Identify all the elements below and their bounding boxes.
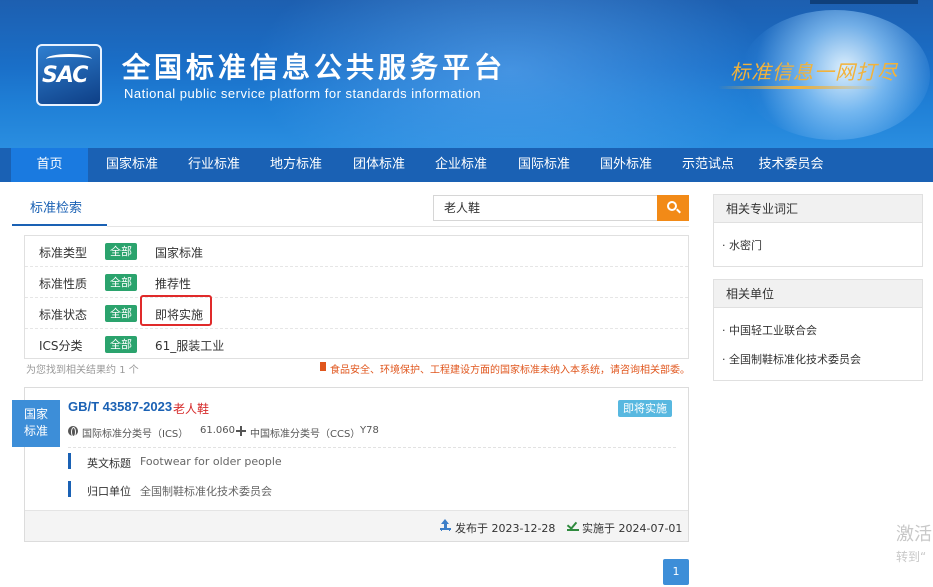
- filter-all-button[interactable]: 全部: [105, 274, 137, 291]
- nav-item-foreign[interactable]: 国外标准: [588, 148, 664, 182]
- owner-label: 归口单位: [87, 485, 131, 498]
- filter-row-status: 标准状态 全部 即将实施: [25, 298, 688, 329]
- ics-value: 61.060: [200, 425, 235, 436]
- filter-row-ics: ICS分类 全部 61_服装工业: [25, 329, 688, 360]
- logo-text: SAC: [42, 63, 88, 88]
- related-terms-panel: 相关专业词汇 · 水密门: [713, 194, 923, 267]
- move-icon: [236, 426, 246, 436]
- published-date: 发布于 2023-12-28: [455, 522, 556, 535]
- filter-all-button[interactable]: 全部: [105, 243, 137, 260]
- effective-date: 实施于 2024-07-01: [582, 522, 683, 535]
- ccs-value: Y78: [360, 425, 379, 436]
- site-title: 全国标准信息公共服务平台: [122, 51, 507, 84]
- upload-icon: [440, 519, 451, 531]
- site-subtitle: National public service platform for sta…: [124, 86, 482, 101]
- filter-option[interactable]: 61_服装工业: [155, 337, 224, 354]
- filter-row-type: 标准类型 全部 国家标准: [25, 236, 688, 267]
- nav-item-committee[interactable]: 技术委员会: [752, 148, 830, 182]
- page-button-1[interactable]: 1: [663, 559, 689, 585]
- check-icon: [567, 519, 579, 531]
- site-header: SAC 全国标准信息公共服务平台 National public service…: [0, 0, 933, 148]
- results-count: 为您找到相关结果约 1 个: [26, 365, 139, 376]
- status-badge: 即将实施: [618, 400, 672, 417]
- activation-watermark-sub: 转到“: [896, 550, 927, 564]
- nav-item-enterprise[interactable]: 企业标准: [423, 148, 499, 182]
- ics-label: 国际标准分类号（ICS）: [82, 429, 189, 440]
- site-slogan: 标准信息一网打尽: [730, 60, 898, 84]
- tab-standard-search[interactable]: 标准检索: [12, 190, 107, 226]
- related-unit-link[interactable]: · 全国制鞋标准化技术委员会: [722, 351, 861, 367]
- related-term-link[interactable]: · 水密门: [722, 237, 762, 253]
- nav-item-pilot[interactable]: 示范试点: [670, 148, 746, 182]
- nav-item-local[interactable]: 地方标准: [258, 148, 334, 182]
- related-unit-link[interactable]: · 中国轻工业联合会: [722, 322, 817, 338]
- related-units-panel: 相关单位 · 中国轻工业联合会 · 全国制鞋标准化技术委员会: [713, 279, 923, 381]
- nav-item-industry[interactable]: 行业标准: [176, 148, 252, 182]
- nav-item-home[interactable]: 首页: [11, 148, 88, 182]
- filter-label: 标准状态: [39, 308, 88, 322]
- sac-logo[interactable]: SAC: [36, 44, 102, 106]
- nav-item-group[interactable]: 团体标准: [341, 148, 417, 182]
- nav-item-international[interactable]: 国际标准: [506, 148, 582, 182]
- activation-watermark: 激活: [896, 524, 932, 545]
- tab-label: 标准检索: [30, 201, 83, 216]
- owner-value: 全国制鞋标准化技术委员会: [140, 485, 272, 498]
- category-tag: 国家 标准: [12, 400, 60, 447]
- ccs-label: 中国标准分类号（CCS）: [250, 429, 361, 440]
- search-button[interactable]: [657, 195, 689, 221]
- filter-row-nature: 标准性质 全部 推荐性: [25, 267, 688, 298]
- en-title-value: Footwear for older people: [140, 455, 282, 468]
- standard-code-link[interactable]: GB/T 43587-2023: [68, 399, 172, 414]
- filter-label: ICS分类: [39, 339, 83, 353]
- standard-name-link[interactable]: 老人鞋: [173, 400, 209, 417]
- filter-label: 标准性质: [39, 277, 88, 291]
- bookmark-icon: [320, 362, 326, 371]
- en-title-label: 英文标题: [87, 457, 131, 470]
- filter-option[interactable]: 推荐性: [155, 275, 191, 292]
- related-units-title: 相关单位: [714, 280, 922, 308]
- highlight-box: [140, 295, 212, 326]
- main-nav: 首页 国家标准 行业标准 地方标准 团体标准 企业标准 国际标准 国外标准 示范…: [0, 148, 933, 182]
- globe-icon: [68, 426, 78, 437]
- related-terms-title: 相关专业词汇: [714, 195, 922, 223]
- filter-option[interactable]: 国家标准: [155, 244, 203, 261]
- scope-notice: 食品安全、环境保护、工程建设方面的国家标准未纳入本系统，请咨询相关部委。: [330, 365, 690, 376]
- filter-panel: 标准类型 全部 国家标准 标准性质 全部 推荐性 标准状态 全部 即将实施 IC…: [24, 235, 689, 359]
- search-input[interactable]: 老人鞋: [433, 195, 657, 221]
- filter-all-button[interactable]: 全部: [105, 305, 137, 322]
- filter-label: 标准类型: [39, 246, 88, 260]
- nav-item-national[interactable]: 国家标准: [94, 148, 170, 182]
- filter-all-button[interactable]: 全部: [105, 336, 137, 353]
